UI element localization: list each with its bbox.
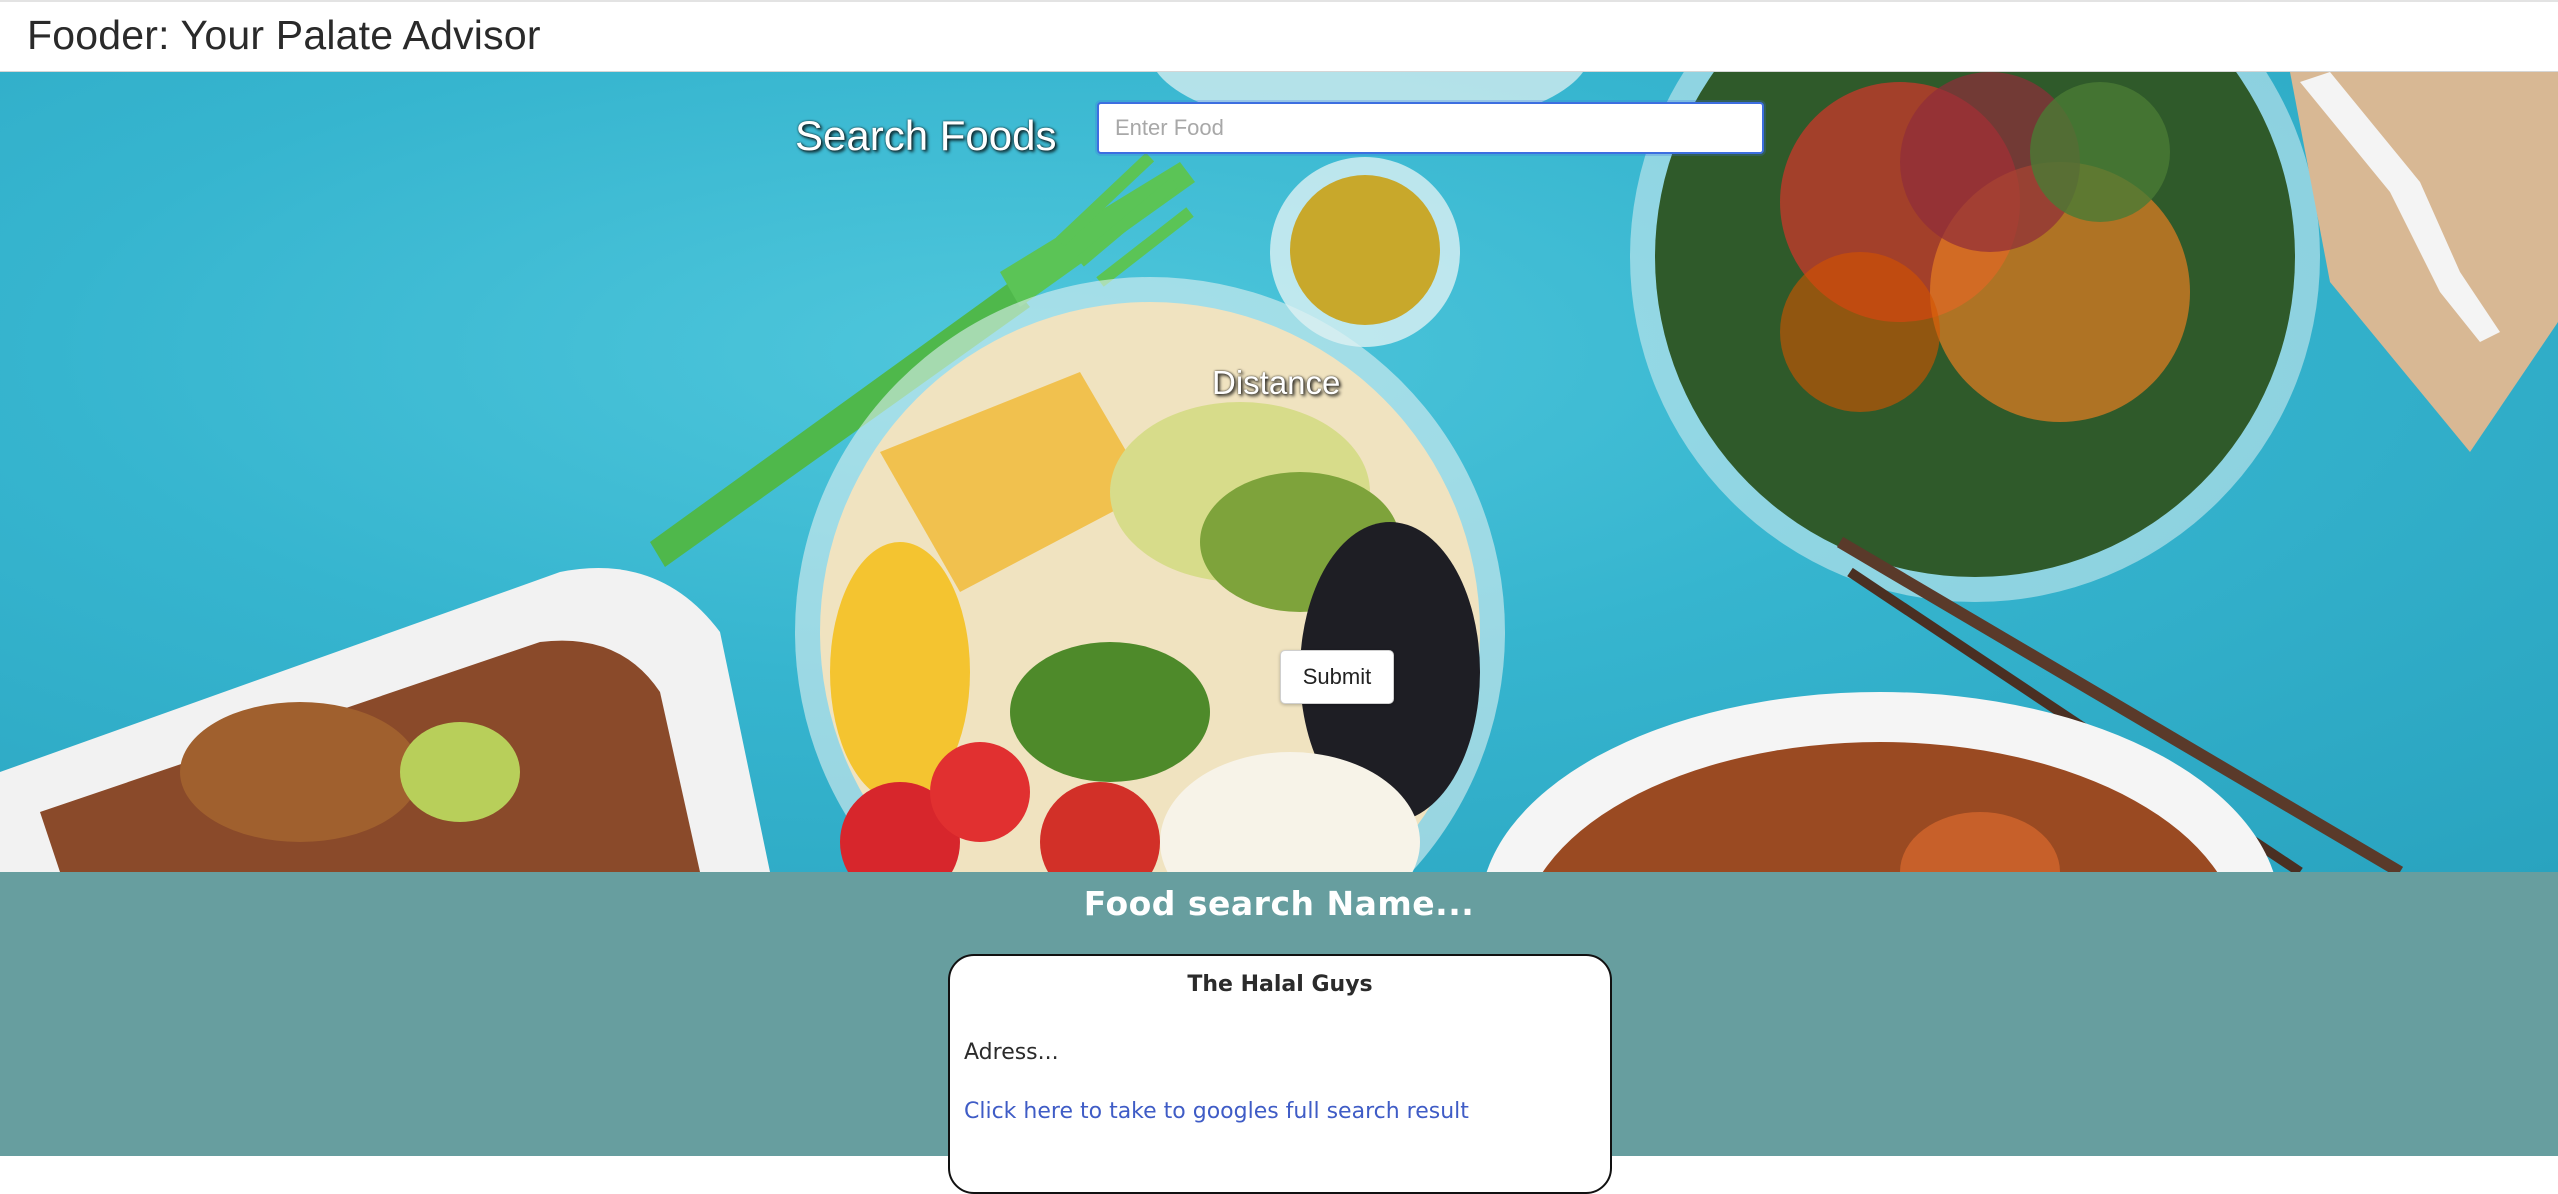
results-heading: Food search Name... <box>1083 884 1475 923</box>
food-background-image <box>0 72 2558 872</box>
app-title: Fooder: Your Palate Advisor <box>27 12 541 58</box>
restaurant-name: The Halal Guys <box>1187 972 1373 997</box>
google-search-link[interactable]: Click here to take to googles full searc… <box>964 1099 1469 1124</box>
food-search-input[interactable] <box>1097 102 1764 154</box>
hero-banner: Search Foods Distance Submit <box>0 72 2558 872</box>
results-section: Food search Name... The Halal Guys Adres… <box>0 872 2558 1194</box>
submit-button[interactable]: Submit <box>1280 650 1394 704</box>
app-header: Fooder: Your Palate Advisor <box>0 0 2558 72</box>
restaurant-address: Adress... <box>964 1040 1059 1065</box>
distance-label: Distance <box>1212 364 1341 401</box>
search-foods-label: Search Foods <box>795 112 1057 159</box>
result-card: The Halal Guys Adress... Click here to t… <box>948 954 1612 1194</box>
